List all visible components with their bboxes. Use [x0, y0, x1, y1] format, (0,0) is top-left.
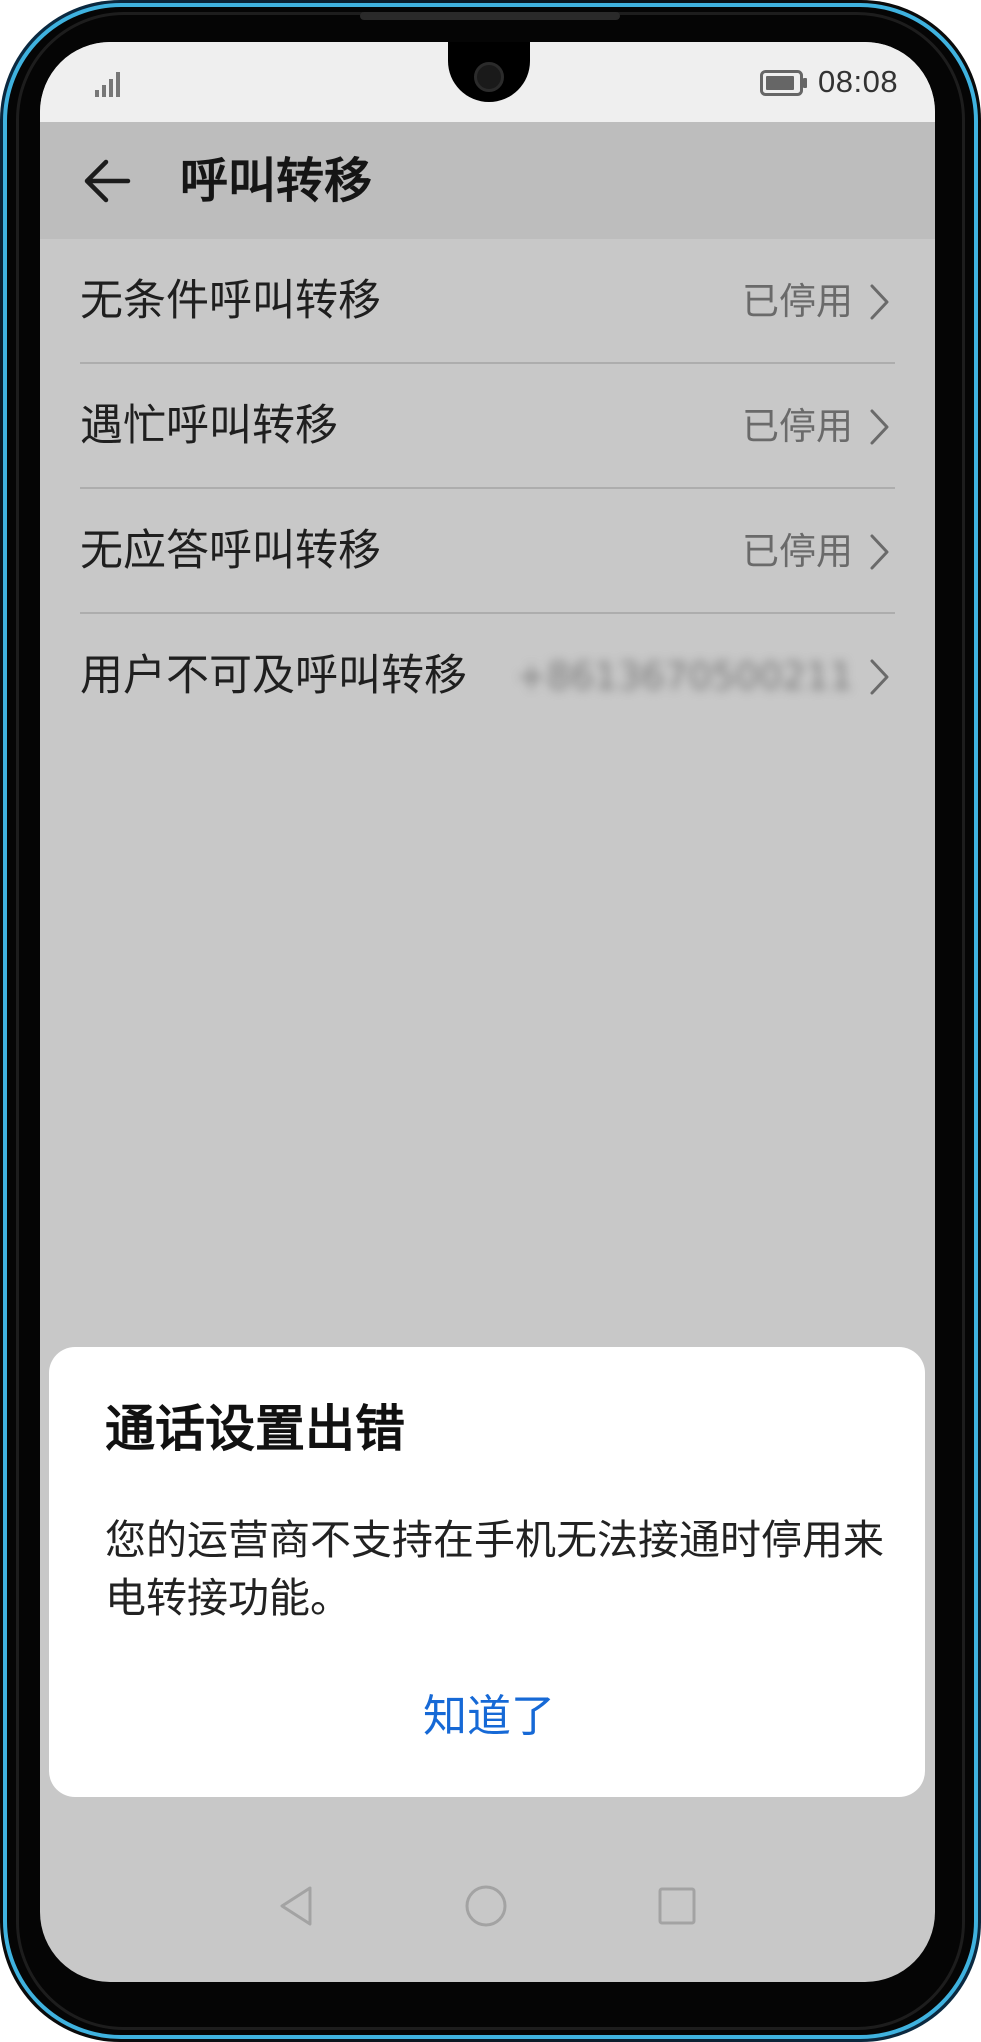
- screen: 08:08 呼叫转移 无条件呼叫转移 已停用 遇忙呼叫转移 已停用 无应答呼叫转…: [40, 42, 935, 1982]
- chevron-right-icon: [870, 284, 889, 320]
- list-item-label: 无条件呼叫转移: [80, 276, 381, 326]
- dialog-message: 您的运营商不支持在手机无法接通时停用来电转接功能。: [105, 1516, 884, 1622]
- list-item-unreachable-forwarding[interactable]: 用户不可及呼叫转移 +8613670500211: [40, 614, 935, 739]
- back-arrow-icon[interactable]: [82, 158, 132, 204]
- list-item-status: 已停用: [742, 530, 853, 573]
- chevron-right-icon: [870, 659, 889, 695]
- front-camera: [474, 62, 504, 92]
- list-item-label: 无应答呼叫转移: [80, 526, 381, 576]
- battery-icon: [760, 70, 807, 96]
- forwarding-number: +8613670500211: [515, 655, 853, 698]
- nav-back-icon[interactable]: [276, 1884, 316, 1928]
- earpiece-speaker: [360, 12, 620, 20]
- list-item-label: 用户不可及呼叫转移: [80, 651, 467, 701]
- ok-button[interactable]: 知道了: [369, 1677, 609, 1757]
- status-bar: 08:08: [40, 42, 935, 122]
- list-item-status: 已停用: [742, 280, 853, 323]
- signal-icon: [95, 72, 120, 97]
- app-bar: 呼叫转移: [40, 122, 935, 239]
- list-item-no-answer-forwarding[interactable]: 无应答呼叫转移 已停用: [40, 489, 935, 614]
- page-title: 呼叫转移: [180, 153, 373, 209]
- nav-home-icon[interactable]: [464, 1884, 508, 1928]
- nav-recent-icon[interactable]: [657, 1886, 697, 1926]
- dialog-title: 通话设置出错: [105, 1400, 405, 1458]
- chevron-right-icon: [870, 534, 889, 570]
- list-item-unconditional-forwarding[interactable]: 无条件呼叫转移 已停用: [40, 239, 935, 364]
- list-item-status: 已停用: [742, 405, 853, 448]
- error-dialog: 通话设置出错 您的运营商不支持在手机无法接通时停用来电转接功能。 知道了: [49, 1347, 925, 1797]
- chevron-right-icon: [870, 409, 889, 445]
- navigation-bar: [40, 1872, 935, 1982]
- list-item-busy-forwarding[interactable]: 遇忙呼叫转移 已停用: [40, 364, 935, 489]
- status-time: 08:08: [818, 64, 899, 99]
- settings-list: 无条件呼叫转移 已停用 遇忙呼叫转移 已停用 无应答呼叫转移 已停用 用户不可及…: [40, 239, 935, 739]
- list-item-label: 遇忙呼叫转移: [80, 401, 338, 451]
